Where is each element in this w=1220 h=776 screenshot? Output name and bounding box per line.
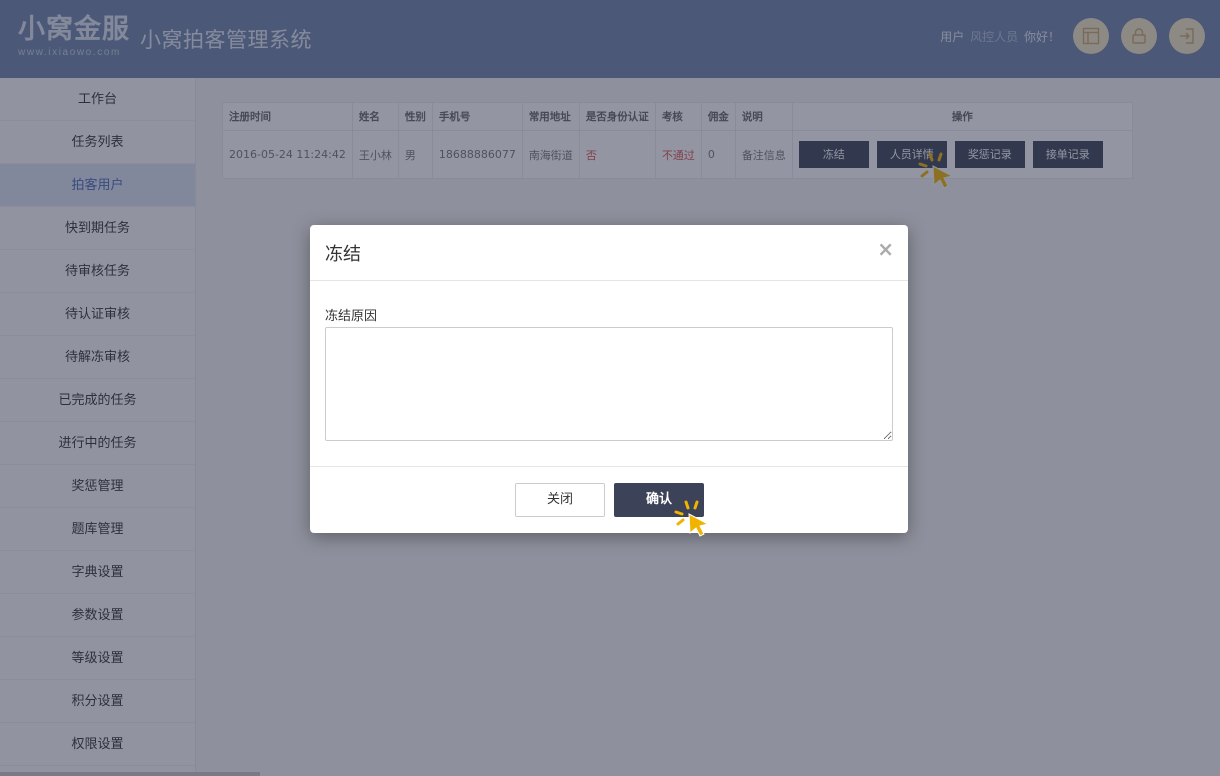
dialog-title: 冻结: [325, 244, 361, 265]
freeze-reason-label: 冻结原因: [325, 309, 378, 324]
close-button[interactable]: 关闭: [515, 483, 605, 517]
freeze-reason-textarea[interactable]: [325, 327, 893, 441]
dialog-header: 冻结 ×: [310, 225, 908, 281]
freeze-dialog: 冻结 × 冻结原因 关闭 确认: [310, 225, 908, 533]
close-icon[interactable]: ×: [877, 237, 894, 261]
confirm-button[interactable]: 确认: [614, 483, 704, 517]
dialog-body: 冻结原因: [310, 281, 908, 467]
dialog-footer: 关闭 确认: [310, 467, 908, 533]
